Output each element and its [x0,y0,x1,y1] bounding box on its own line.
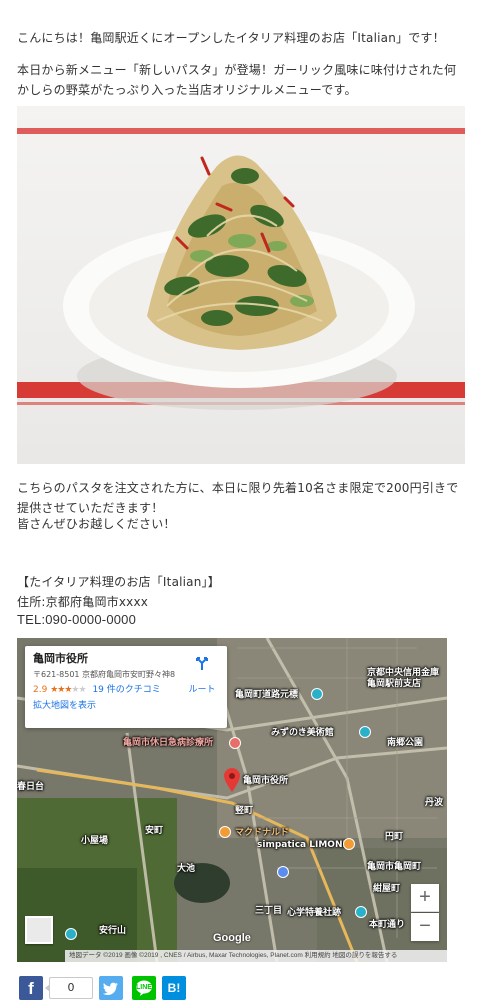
label-bank: 京都中央信用金庫 亀岡駅前支店 [367,668,440,689]
route-label: ルート [188,685,216,695]
discount-text: こちらのパスタを注文された方に、本日に限り先着10名さま限定で200円引きで提供… [17,481,459,515]
rating-stars-empty-icon: ★★ [71,685,86,695]
enlarge-map-link[interactable]: 拡大地図を表示 [33,700,219,712]
map-attribution[interactable]: 地図データ ©2019 画像 ©2019 , CNES / Airbus, Ma… [65,950,447,962]
hatena-icon: B! [167,981,181,995]
facebook-share-count: 0 [45,977,93,999]
landmark-icon[interactable] [311,688,323,700]
historic-site-icon[interactable] [355,906,367,918]
invite-text: 皆さんぜひお越しください！ [17,517,176,531]
zoom-out-button[interactable]: − [411,913,439,941]
label-yasumachi: 安町 [145,826,164,836]
museum-icon[interactable] [359,726,371,738]
store-tel: TEL:090-0000-0000 [17,612,137,627]
rating-score: 2.9 [33,685,48,695]
intro-text: こんにちは！亀岡駅近くにオープンしたイタリア料理のお店「Italian」です！ [17,31,445,45]
label-nishimachi: 紺屋町 [373,884,401,894]
label-kameoka-city: 亀岡市亀岡町 [367,862,422,872]
label-ekimachi: 本町通り [369,920,406,930]
hospital-icon[interactable] [229,737,241,749]
label-kawaramachi: 南郷公園 [387,738,424,748]
label-mcdonalds: マクドナルド [235,828,290,838]
facebook-share-button[interactable]: f [19,976,43,1000]
location-pin-icon[interactable] [224,768,240,792]
directions-icon [196,657,208,670]
station-icon[interactable] [277,866,289,878]
label-sanchome: 三丁目 [255,906,283,916]
store-address: 住所:京都府亀岡市xxxx [17,595,149,609]
facebook-icon: f [28,979,34,998]
google-map[interactable]: 亀岡市役所 〒621-8501 京都府亀岡市安町野々神8 2.9 ★★★★★ 1… [17,638,447,962]
hatena-bookmark-button[interactable]: B! [162,976,186,1000]
label-road-origin: 亀岡町道路元標 [235,690,299,700]
label-kasuga: 春日台 [17,782,45,792]
reviews-link[interactable]: 19 件のクチコミ [92,685,160,695]
label-niwaka: 丹波 [425,798,444,808]
twitter-share-button[interactable] [99,976,123,1000]
label-sho: 心学特養社跡 [287,908,342,918]
label-tategataki: 竪町 [235,806,254,816]
line-label: LINE [136,984,152,991]
label-yasuda: 安行山 [99,926,127,936]
label-marumachi: 円町 [385,832,404,842]
store-name: 【たイタリア料理のお店「Italian」】 [17,575,220,589]
line-share-button[interactable]: LINE [132,976,156,1000]
map-place-address: 〒621-8501 京都府亀岡市安町野々神8 [33,670,176,679]
label-hospital: 亀岡市休日急病診療所 [123,738,214,748]
pasta-photo [17,106,465,464]
route-button[interactable]: ルート [187,656,217,700]
label-simpatica: simpatica LIMONE [257,840,349,850]
label-oike: 大池 [177,864,196,874]
google-logo: Google [213,932,251,944]
zoom-in-button[interactable]: + [411,884,439,912]
twitter-bird-icon [102,982,118,995]
map-info-card: 亀岡市役所 〒621-8501 京都府亀岡市安町野々神8 2.9 ★★★★★ 1… [25,646,227,728]
satellite-toggle-thumbnail[interactable] [25,916,53,944]
label-museum: みずのき美術館 [271,728,334,738]
label-komiyagawa: 小屋場 [81,836,109,846]
restaurant-icon[interactable] [219,826,231,838]
new-menu-text: 本日から新メニュー「新しいパスタ」が登場！ガーリック風味に味付けされた何かしらの… [17,63,457,97]
label-cityhall: 亀岡市役所 [243,776,289,786]
rating-stars-icon: ★★★ [50,685,72,695]
park-icon[interactable] [65,928,77,940]
cafe-icon[interactable] [343,838,355,850]
